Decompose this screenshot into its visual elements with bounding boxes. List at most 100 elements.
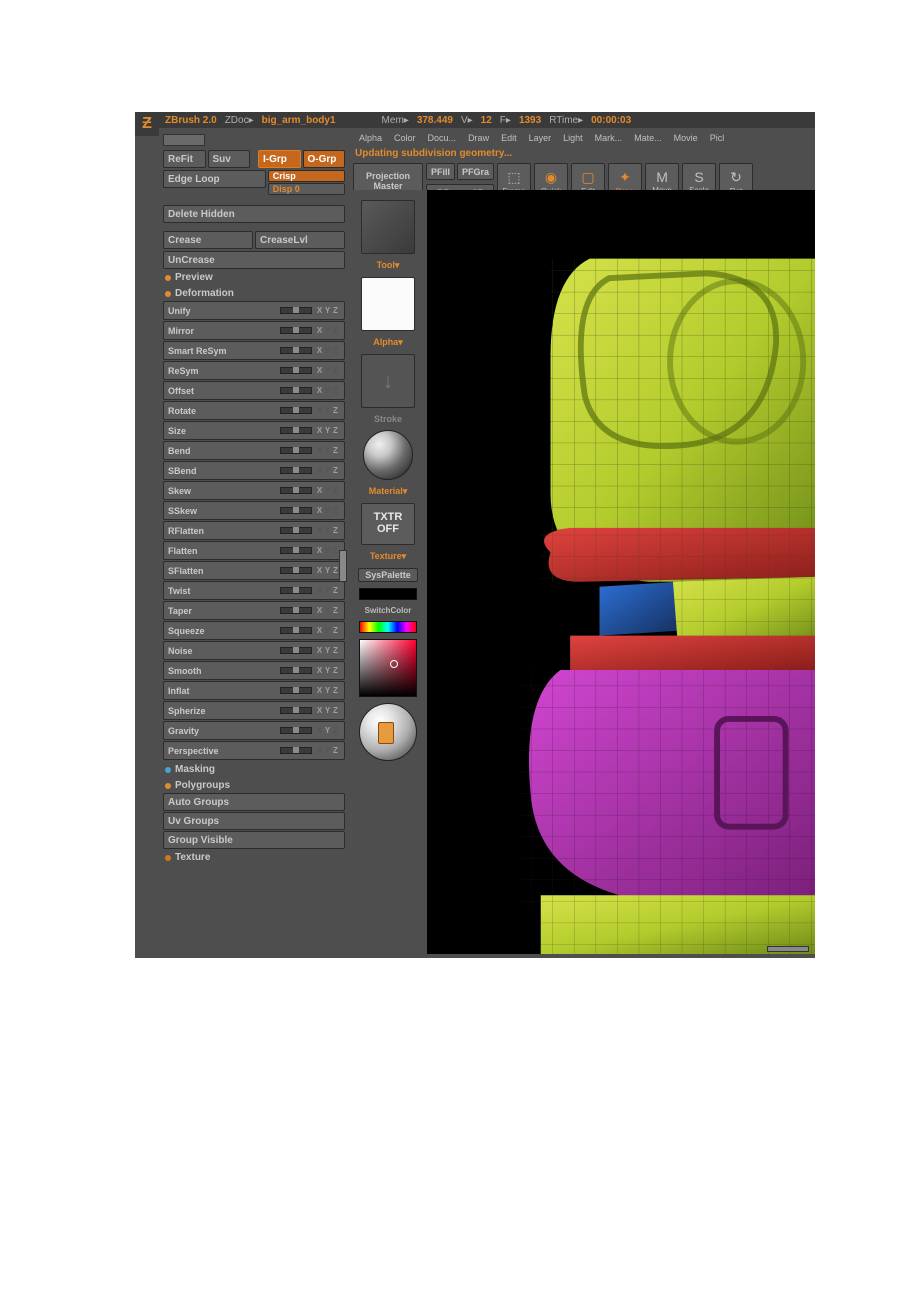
left-scrollbar[interactable] <box>339 550 347 582</box>
deform-rflatten[interactable]: RFlattenXYZ <box>163 521 345 540</box>
switchcolor-button[interactable]: SwitchColor <box>365 606 412 615</box>
pfgra-button[interactable]: PFGra <box>457 163 494 180</box>
deform-inflat[interactable]: InflatXYZ <box>163 681 345 700</box>
section-dot-icon <box>165 767 171 773</box>
menu-item-docu[interactable]: Docu... <box>424 133 461 143</box>
deform-flatten[interactable]: FlattenXYZ <box>163 541 345 560</box>
deform-skew[interactable]: SkewXYZ <box>163 481 345 500</box>
quick-icon: ◉ <box>545 169 557 186</box>
v-label: V▸ <box>461 115 473 126</box>
tool-swatch[interactable] <box>361 200 415 254</box>
polygroups-section[interactable]: Polygroups <box>163 777 345 793</box>
deform-sskew[interactable]: SSkewXYZ <box>163 501 345 520</box>
deform-size[interactable]: SizeXYZ <box>163 421 345 440</box>
deform-gravity[interactable]: GravityXYZ <box>163 721 345 740</box>
menu-item-mate[interactable]: Mate... <box>630 133 666 143</box>
section-dot-icon <box>165 275 171 281</box>
move-icon: M <box>656 169 668 185</box>
draw-icon: ✦ <box>619 169 631 186</box>
left-panel: ReFit Suv I-Grp O-Grp Edge Loop Crisp Di… <box>159 130 349 958</box>
menu-bar: Alpha Color Docu...Draw Edit LayerLight Mark.… <box>349 130 815 146</box>
menu-item-picl[interactable]: Picl <box>706 133 729 143</box>
deform-noise[interactable]: NoiseXYZ <box>163 641 345 660</box>
deform-offset[interactable]: OffsetXYZ <box>163 381 345 400</box>
main-area: Alpha Color Docu...Draw Edit LayerLight Mark.… <box>349 130 815 958</box>
deform-sflatten[interactable]: SFlattenXYZ <box>163 561 345 580</box>
menu-item-light[interactable]: Light <box>559 133 587 143</box>
edge-loop-button[interactable]: Edge Loop <box>163 170 266 188</box>
deform-taper[interactable]: TaperXYZ <box>163 601 345 620</box>
color-picker[interactable] <box>359 639 417 697</box>
menu-item-movie[interactable]: Movie <box>670 133 702 143</box>
menu-item-alpha[interactable]: Alpha <box>355 133 386 143</box>
auto-groups-button[interactable]: Auto Groups <box>163 793 345 811</box>
disp0-button[interactable]: Disp 0 <box>268 183 345 195</box>
deform-perspective[interactable]: PerspectiveXYZ <box>163 741 345 760</box>
app-logo-icon: Ƶ <box>135 112 159 136</box>
viewport-scrollbar[interactable] <box>767 946 809 952</box>
deform-squeeze[interactable]: SqueezeXYZ <box>163 621 345 640</box>
hue-bar[interactable] <box>359 621 417 633</box>
frame-icon: ⬚ <box>507 169 520 186</box>
rtime-label: RTime▸ <box>549 115 583 126</box>
zdoc-value: big_arm_body1 <box>262 115 336 126</box>
stroke-icon: ↓ <box>372 365 404 397</box>
uv-groups-button[interactable]: Uv Groups <box>163 812 345 830</box>
rotate-icon: ↻ <box>730 169 742 186</box>
app-name: ZBrush 2.0 <box>165 115 217 126</box>
stroke-label[interactable]: Stroke <box>374 414 402 424</box>
viewport[interactable] <box>427 190 815 954</box>
deform-smooth[interactable]: SmoothXYZ <box>163 661 345 680</box>
uncrease-button[interactable]: UnCrease <box>163 251 345 269</box>
deform-unify[interactable]: UnifyXYZ <box>163 301 345 320</box>
igrp-button[interactable]: I-Grp <box>258 150 301 168</box>
rtime-value: 00:00:03 <box>591 115 631 126</box>
masking-section[interactable]: Masking <box>163 761 345 777</box>
syspalette-button[interactable]: SysPalette <box>358 568 418 582</box>
ogrp-button[interactable]: O-Grp <box>303 150 346 168</box>
menu-item-layer[interactable]: Layer <box>525 133 556 143</box>
texture-label[interactable]: Texture▾ <box>370 551 406 562</box>
stroke-swatch[interactable]: ↓ <box>361 354 415 408</box>
alpha-swatch[interactable] <box>361 277 415 331</box>
suv-button[interactable]: Suv <box>208 150 251 168</box>
deform-smart-resym[interactable]: Smart ReSymXYZ <box>163 341 345 360</box>
scale-icon: S <box>694 169 703 185</box>
preview-section[interactable]: Preview <box>163 269 345 285</box>
deformation-section[interactable]: Deformation <box>163 285 345 301</box>
app-window: Ƶ ZBrush 2.0 ZDoc▸ big_arm_body1 Mem▸ 37… <box>135 112 815 958</box>
menu-item-color[interactable]: Color <box>390 133 420 143</box>
deform-sbend[interactable]: SBendXYZ <box>163 461 345 480</box>
deform-bend[interactable]: BendXYZ <box>163 441 345 460</box>
titlebar: ZBrush 2.0 ZDoc▸ big_arm_body1 Mem▸ 378.… <box>159 112 815 128</box>
color-preview <box>359 588 417 600</box>
pfill-button[interactable]: PFill <box>426 163 455 180</box>
deform-twist[interactable]: TwistXYZ <box>163 581 345 600</box>
material-swatch[interactable] <box>363 430 413 480</box>
menu-item-edit[interactable]: Edit <box>497 133 521 143</box>
deform-mirror[interactable]: MirrorXYZ <box>163 321 345 340</box>
crisp-button[interactable]: Crisp <box>268 170 345 182</box>
deform-rotate[interactable]: RotateXYZ <box>163 401 345 420</box>
texture-swatch[interactable]: TXTROFF <box>361 503 415 545</box>
tool-label[interactable]: Tool▾ <box>377 260 400 271</box>
menu-item-draw[interactable]: Draw <box>464 133 493 143</box>
deform-resym[interactable]: ReSymXYZ <box>163 361 345 380</box>
palette-column: Tool▾ Alpha▾ ↓ Stroke Material▾ TXTROFF … <box>349 190 427 954</box>
material-label[interactable]: Material▾ <box>369 486 408 497</box>
deform-spherize[interactable]: SpherizeXYZ <box>163 701 345 720</box>
crease-lvl-button[interactable]: CreaseLvl <box>255 231 345 249</box>
section-dot-icon <box>165 291 171 297</box>
current-material-preview[interactable] <box>359 703 417 761</box>
group-visible-button[interactable]: Group Visible <box>163 831 345 849</box>
v-value: 12 <box>481 115 492 126</box>
zdoc-label: ZDoc▸ <box>225 115 254 126</box>
alpha-label[interactable]: Alpha▾ <box>373 337 403 348</box>
refit-button[interactable]: ReFit <box>163 150 206 168</box>
section-dot-icon <box>165 783 171 789</box>
crease-button[interactable]: Crease <box>163 231 253 249</box>
f-label: F▸ <box>500 115 511 126</box>
delete-hidden-button[interactable]: Delete Hidden <box>163 205 345 223</box>
menu-item-mark[interactable]: Mark... <box>591 133 627 143</box>
texture-section[interactable]: Texture <box>163 849 345 865</box>
